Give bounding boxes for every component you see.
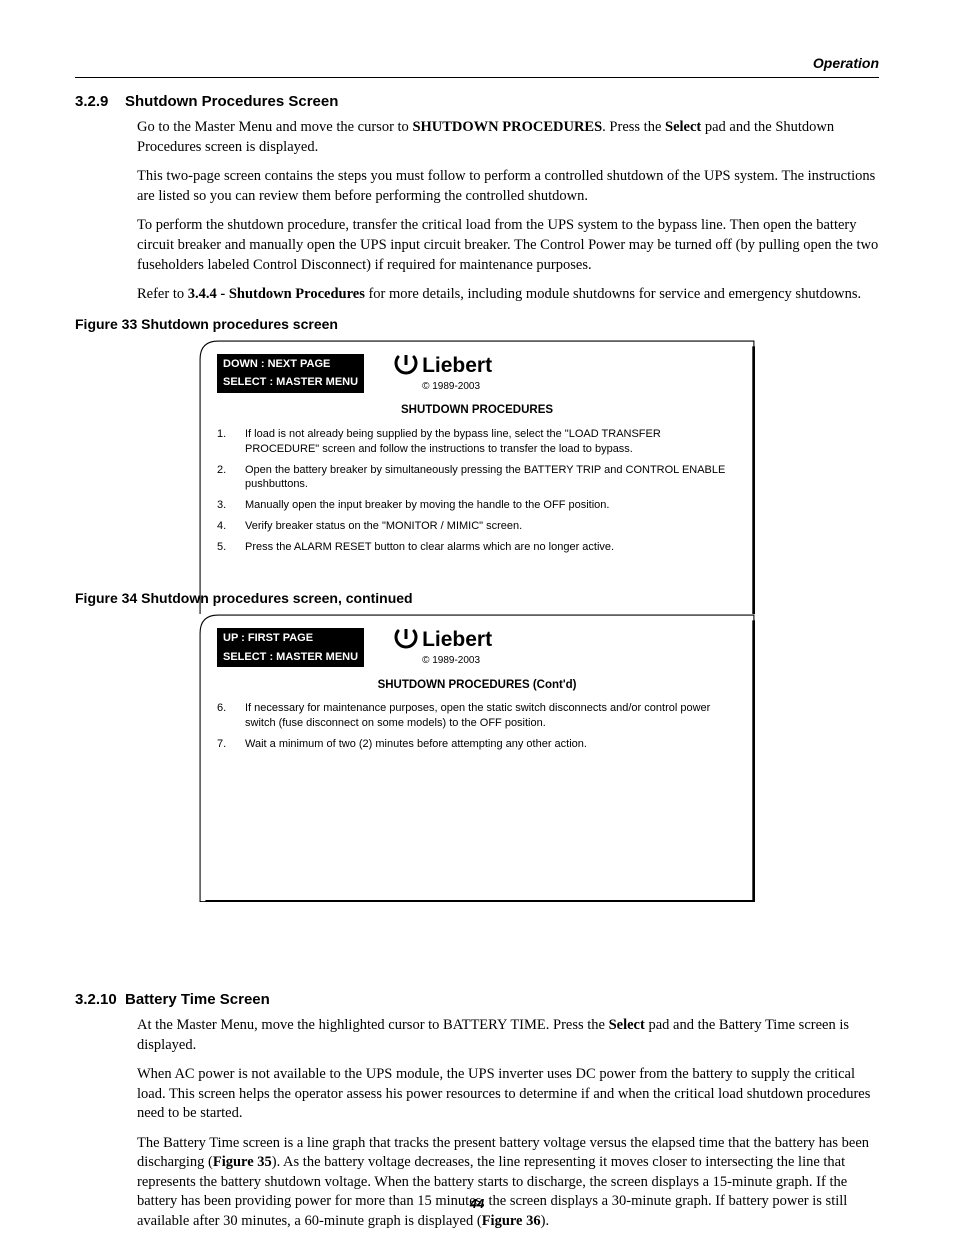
brand-name: Liebert [422, 626, 492, 654]
nav-line-down: DOWN : NEXT PAGE [218, 355, 363, 374]
para-2: This two-page screen contains the steps … [137, 167, 879, 206]
heading-number: 3.2.10 [75, 990, 125, 1010]
brand-name: Liebert [422, 352, 492, 380]
screen-title: SHUTDOWN PROCEDURES (Cont'd) [217, 678, 737, 694]
figure-34-caption: Figure 34 Shutdown procedures screen, co… [75, 589, 879, 608]
liebert-logo-icon [394, 355, 418, 377]
screen-fig-33: DOWN : NEXT PAGE SELECT : MASTER MENU Li… [199, 340, 755, 579]
heading-number: 3.2.9 [75, 92, 125, 112]
step: 4.Verify breaker status on the "MONITOR … [217, 519, 737, 534]
step: 7.Wait a minimum of two (2) minutes befo… [217, 737, 737, 752]
figure-33-caption: Figure 33 Shutdown procedures screen [75, 315, 879, 334]
para-1: Go to the Master Menu and move the curso… [137, 118, 879, 157]
para-4: Refer to 3.4.4 - Shutdown Procedures for… [137, 285, 879, 305]
nav-line-select: SELECT : MASTER MENU [218, 373, 363, 392]
step: 6.If necessary for maintenance purposes,… [217, 701, 737, 731]
heading-battery-time: 3.2.10Battery Time Screen [75, 990, 879, 1010]
nav-line-select: SELECT : MASTER MENU [218, 648, 363, 667]
page-number: 44 [0, 1195, 954, 1213]
para-b1: At the Master Menu, move the highlighted… [137, 1016, 879, 1055]
nav-line-up: UP : FIRST PAGE [218, 629, 363, 648]
step: 3.Manually open the input breaker by mov… [217, 498, 737, 513]
para-3: To perform the shutdown procedure, trans… [137, 216, 879, 275]
para-b2: When AC power is not available to the UP… [137, 1065, 879, 1124]
rule-top [75, 77, 879, 78]
screen-title: SHUTDOWN PROCEDURES [217, 403, 737, 419]
para-b3: The Battery Time screen is a line graph … [137, 1134, 879, 1232]
heading-shutdown-procedures: 3.2.9Shutdown Procedures Screen [75, 92, 879, 112]
heading-text: Battery Time Screen [125, 991, 270, 1008]
screen-fig-34: UP : FIRST PAGE SELECT : MASTER MENU Lie… [199, 614, 755, 978]
liebert-logo-icon [394, 629, 418, 651]
steps-list: 1.If load is not already being supplied … [217, 427, 737, 555]
running-header: Operation [75, 54, 879, 73]
steps-list: 6.If necessary for maintenance purposes,… [217, 701, 737, 752]
step: 1.If load is not already being supplied … [217, 427, 737, 457]
nav-box: DOWN : NEXT PAGE SELECT : MASTER MENU [217, 354, 364, 394]
brand-block: Liebert © 1989-2003 [394, 352, 492, 394]
step: 5.Press the ALARM RESET button to clear … [217, 540, 737, 555]
nav-box: UP : FIRST PAGE SELECT : MASTER MENU [217, 628, 364, 668]
copyright: © 1989-2003 [422, 380, 480, 394]
brand-block: Liebert © 1989-2003 [394, 626, 492, 668]
step: 2.Open the battery breaker by simultaneo… [217, 463, 737, 493]
copyright: © 1989-2003 [422, 654, 480, 668]
heading-text: Shutdown Procedures Screen [125, 93, 338, 110]
